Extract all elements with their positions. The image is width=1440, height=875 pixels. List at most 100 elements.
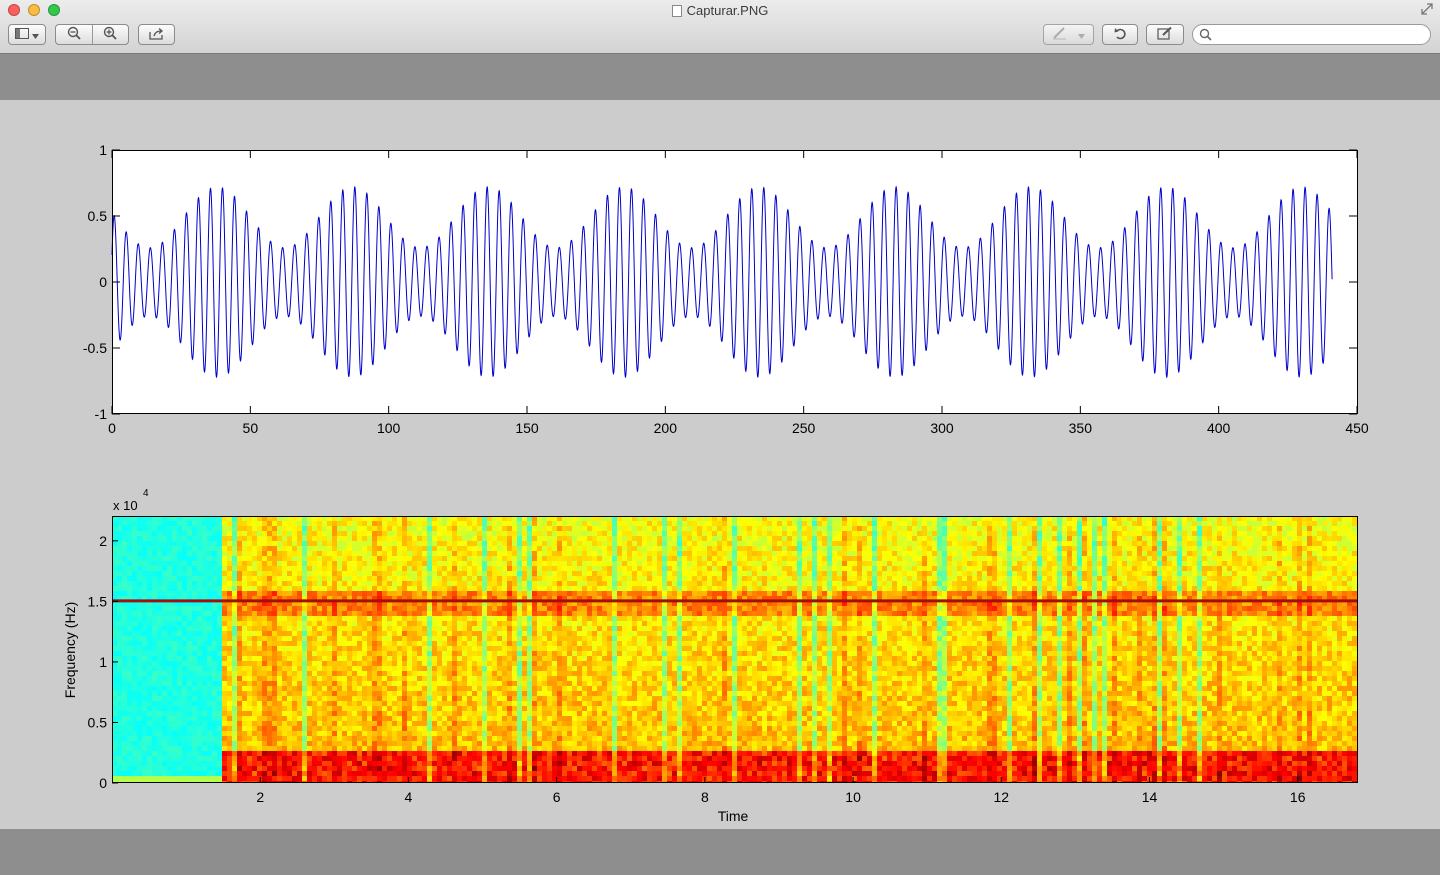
- spectrogram-cell: [157, 581, 162, 586]
- spectrogram-cell: [317, 576, 322, 581]
- spectrogram-cell: [222, 751, 227, 756]
- spectrogram-cell: [477, 551, 482, 556]
- annotate-button[interactable]: [1043, 24, 1094, 45]
- spectrogram-cell: [372, 616, 377, 621]
- spectrogram-cell: [532, 561, 537, 566]
- spectrogram-cell: [547, 741, 552, 746]
- spectrogram-cell: [302, 691, 307, 696]
- spectrogram-cell: [252, 576, 257, 581]
- spectrogram-cell: [182, 746, 187, 751]
- spectrogram-cell: [297, 641, 302, 646]
- spectrogram-cell: [462, 551, 467, 556]
- spectrogram-cell: [462, 561, 467, 566]
- spectrogram-cell: [132, 716, 137, 721]
- spectrogram-cell: [382, 581, 387, 586]
- spectrogram-cell: [457, 536, 462, 541]
- spectrogram-cell: [502, 746, 507, 751]
- spectrogram-cell: [227, 761, 232, 766]
- zoom-in-button[interactable]: [92, 25, 128, 44]
- spectrogram-cell: [162, 706, 167, 711]
- spectrogram-cell: [137, 691, 142, 696]
- spectrogram-cell: [377, 566, 382, 571]
- spectrogram-cell: [312, 696, 317, 701]
- spectrogram-cell: [407, 706, 412, 711]
- spectrogram-cell: [262, 646, 267, 651]
- spectrogram-cell: [222, 681, 227, 686]
- spectrogram-cell: [472, 541, 477, 546]
- spectrogram-cell: [207, 641, 212, 646]
- spectrogram-cell: [532, 666, 537, 671]
- search-field[interactable]: [1192, 24, 1431, 45]
- spectrogram-cell: [167, 571, 172, 576]
- spectrogram-cell: [512, 591, 517, 596]
- spectrogram-cell: [487, 731, 492, 736]
- spectrogram-cell: [247, 611, 252, 616]
- spectrogram-cell: [322, 721, 327, 726]
- spectrogram-cell: [122, 571, 127, 576]
- spectrogram-cell: [497, 776, 502, 781]
- spectrogram-cell: [432, 681, 437, 686]
- edit-button[interactable]: [1146, 24, 1184, 45]
- spectrogram-cell: [172, 691, 177, 696]
- rotate-button[interactable]: [1102, 24, 1138, 45]
- spectrogram-cell: [197, 631, 202, 636]
- spectrogram-cell: [222, 631, 227, 636]
- view-menu-button[interactable]: [8, 24, 46, 45]
- spectrogram-cell: [197, 556, 202, 561]
- spectrogram-cell: [487, 551, 492, 556]
- spectrogram-cell: [497, 751, 502, 756]
- spectrogram-cell: [227, 566, 232, 571]
- spectrogram-cell: [182, 701, 187, 706]
- spectrogram-cell: [342, 656, 347, 661]
- spectrogram-cell: [357, 611, 362, 616]
- spectrogram-cell: [217, 676, 222, 681]
- spectrogram-cell: [272, 551, 277, 556]
- spectrogram-cell: [512, 676, 517, 681]
- spectrogram-cell: [387, 646, 392, 651]
- spectrogram-cell: [522, 756, 527, 761]
- spectrogram-cell: [422, 761, 427, 766]
- spectrogram-cell: [337, 686, 342, 691]
- spectrogram-cell: [277, 771, 282, 776]
- spectrogram-cell: [267, 561, 272, 566]
- spectrogram-cell: [557, 541, 562, 546]
- spectrogram-cell: [527, 661, 532, 666]
- spectrogram-cell: [362, 721, 367, 726]
- spectrogram-cell: [377, 706, 382, 711]
- spectrogram-cell: [217, 771, 222, 776]
- spectrogram-cell: [552, 771, 557, 776]
- spectrogram-cell: [522, 751, 527, 756]
- spectrogram-cell: [262, 641, 267, 646]
- spectrogram-cell: [542, 561, 547, 566]
- zoom-out-button[interactable]: [56, 25, 92, 44]
- spectrogram-cell: [362, 571, 367, 576]
- search-input[interactable]: [1215, 26, 1424, 45]
- spectrogram-cell: [457, 756, 462, 761]
- fullscreen-icon[interactable]: [1420, 2, 1434, 16]
- spectrogram-cell: [302, 696, 307, 701]
- spectrogram-cell: [187, 711, 192, 716]
- spectrogram-cell: [352, 656, 357, 661]
- spectrogram-cell: [342, 581, 347, 586]
- spectrogram-cell: [437, 526, 442, 531]
- spectrogram-cell: [332, 526, 337, 531]
- spectrogram-cell: [367, 651, 372, 656]
- spectrogram-cell: [512, 561, 517, 566]
- spectrogram-cell: [322, 566, 327, 571]
- spectrogram-cell: [372, 591, 377, 596]
- spectrogram-cell: [467, 711, 472, 716]
- spectrogram-cell: [492, 616, 497, 621]
- spectrogram-cell: [187, 666, 192, 671]
- spectrogram-cell: [347, 761, 352, 766]
- spectrogram-cell: [197, 671, 202, 676]
- spectrogram-cell: [252, 681, 257, 686]
- spectrogram-cell: [557, 651, 562, 656]
- spectrogram-cell: [557, 686, 562, 691]
- spectrogram-cell: [532, 696, 537, 701]
- spectrogram-cell: [142, 526, 147, 531]
- spectrogram-cell: [227, 576, 232, 581]
- spectrogram-cell: [312, 766, 317, 771]
- spectrogram-cell: [177, 536, 182, 541]
- share-button[interactable]: [138, 24, 175, 45]
- spectrogram-cell: [407, 711, 412, 716]
